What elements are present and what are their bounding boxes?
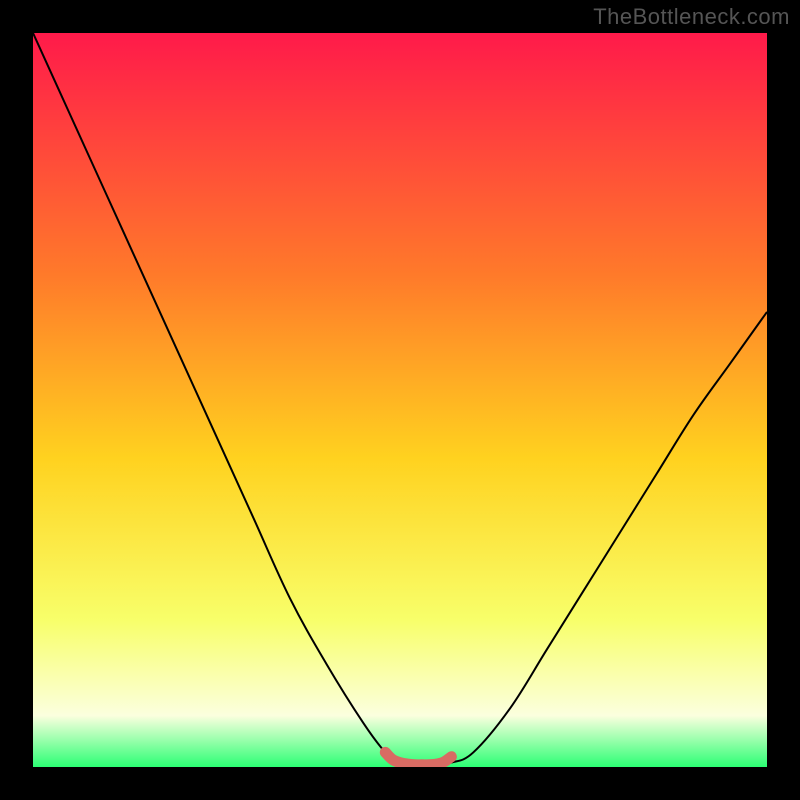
chart-frame: TheBottleneck.com: [0, 0, 800, 800]
watermark-text: TheBottleneck.com: [593, 4, 790, 30]
chart-svg: [33, 33, 767, 767]
plot-area: [33, 33, 767, 767]
gradient-background: [33, 33, 767, 767]
